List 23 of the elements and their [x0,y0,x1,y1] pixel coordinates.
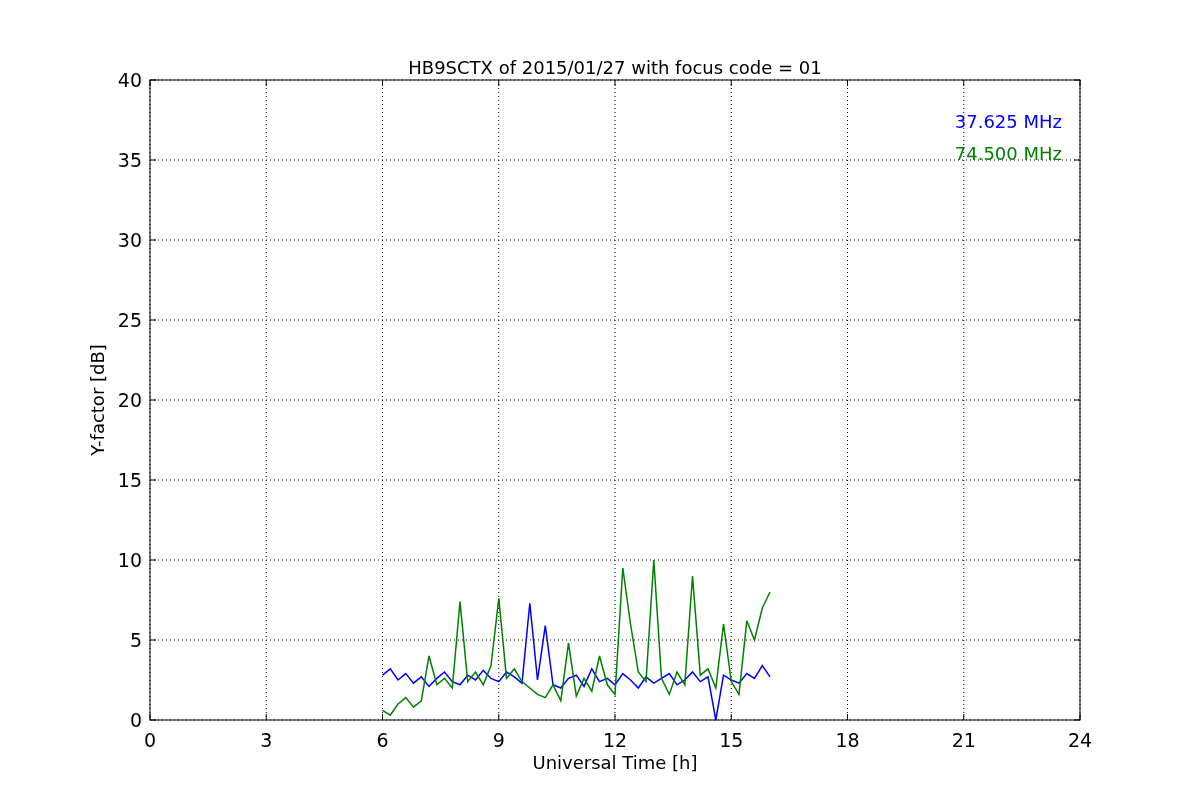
tick-label: 25 [117,309,142,331]
tick-label: 40 [117,69,142,91]
tick-label: 30 [117,229,142,251]
tick-label: 5 [129,629,142,651]
axis-label: Universal Time [h] [532,752,698,773]
tick-label: 0 [129,709,142,731]
legend-label: 37.625 MHz [954,111,1062,132]
tick-label: 9 [492,729,505,751]
tick-label: 0 [143,729,157,751]
chart-title: HB9SCTX of 2015/01/27 with focus code = 01 [408,57,822,78]
legend-label: 74.500 MHz [954,143,1062,164]
tick-label: 6 [376,729,389,751]
tick-label: 12 [602,729,628,751]
tick-label: 35 [117,149,142,171]
tick-label: 21 [951,729,976,751]
tick-label: 15 [117,469,142,491]
tick-label: 10 [117,549,142,571]
tick-label: 24 [1067,729,1093,751]
axis-label: Y-factor [dB] [87,344,108,456]
tick-label: 3 [260,729,273,751]
tick-label: 18 [835,729,860,751]
tick-label: 20 [117,389,142,411]
tick-label: 15 [719,729,744,751]
